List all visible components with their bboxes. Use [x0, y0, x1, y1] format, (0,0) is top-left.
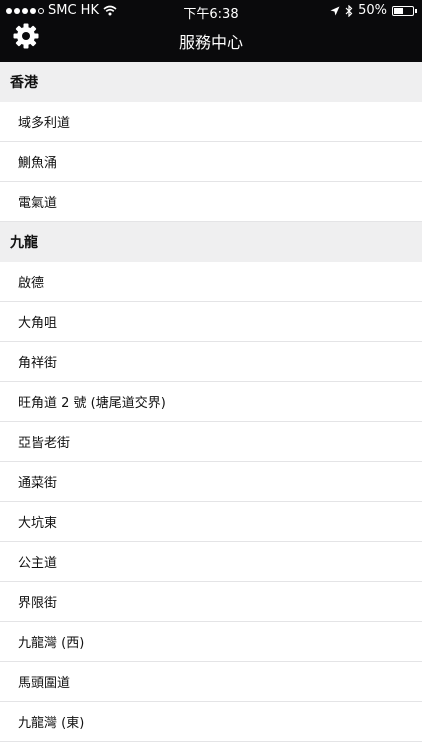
list-item[interactable]: 角祥街 — [0, 342, 422, 382]
list-item[interactable]: 界限街 — [0, 582, 422, 622]
list-item[interactable]: 大坑東 — [0, 502, 422, 542]
screen: SMC HK 下午6:38 50% 服務中心 香港 域多利道 鰂魚涌 電氣道 九… — [0, 0, 422, 750]
section-header-kowloon: 九龍 — [0, 222, 422, 262]
list-item[interactable]: 域多利道 — [0, 102, 422, 142]
list-item[interactable]: 電氣道 — [0, 182, 422, 222]
service-center-list: 香港 域多利道 鰂魚涌 電氣道 九龍 啟德 大角咀 角祥街 旺角道 2 號 (塘… — [0, 62, 422, 742]
status-right: 50% — [330, 3, 417, 18]
page-title: 服務中心 — [178, 33, 243, 52]
list-item[interactable]: 啟德 — [0, 262, 422, 302]
list-item[interactable]: 馬頭圍道 — [0, 662, 422, 702]
list-item[interactable]: 通菜街 — [0, 462, 422, 502]
battery-percent: 50% — [358, 3, 387, 18]
list-item[interactable]: 亞皆老街 — [0, 422, 422, 462]
status-bar: SMC HK 下午6:38 50% — [0, 0, 422, 22]
list-item[interactable]: 旺角道 2 號 (塘尾道交界) — [0, 382, 422, 422]
list-item[interactable]: 九龍灣 (東) — [0, 702, 422, 742]
location-arrow-icon — [330, 6, 340, 15]
list-item[interactable]: 鰂魚涌 — [0, 142, 422, 182]
top-bar: SMC HK 下午6:38 50% 服務中心 — [0, 0, 422, 62]
section-header-hong-kong: 香港 — [0, 62, 422, 102]
list-item[interactable]: 公主道 — [0, 542, 422, 582]
battery-icon — [392, 5, 417, 16]
bluetooth-icon — [345, 4, 353, 17]
list-item[interactable]: 九龍灣 (西) — [0, 622, 422, 662]
list-item[interactable]: 大角咀 — [0, 302, 422, 342]
